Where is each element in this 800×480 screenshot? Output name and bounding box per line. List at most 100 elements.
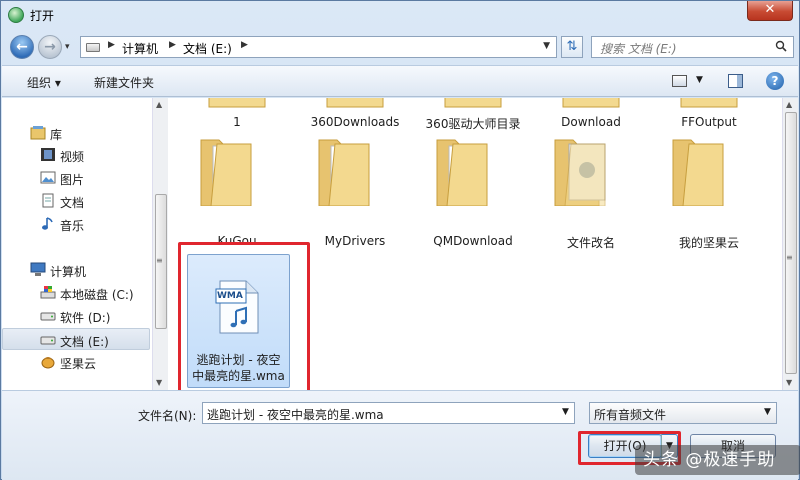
sidebar-item-label: 图片 (60, 173, 85, 187)
music-icon (42, 217, 53, 230)
breadcrumb-drive-e[interactable]: 文档 (E:) (183, 40, 232, 57)
back-button[interactable]: ← (10, 35, 34, 59)
sidebar-item-drive-c[interactable]: 本地磁盘 (C:) (2, 282, 150, 304)
sidebar-item-library[interactable]: 库 (2, 122, 150, 144)
sidebar-item-documents[interactable]: 文档 (2, 190, 150, 212)
folder-icon (680, 98, 738, 108)
navigation-scrollbar[interactable]: ▲ ≡ ▼ (152, 98, 168, 390)
folder-icon (436, 139, 488, 206)
sidebar-item-label: 文档 (E:) (60, 335, 109, 349)
grip-icon: ≡ (156, 256, 163, 265)
video-icon (41, 148, 55, 161)
search-input[interactable]: 搜索 文档 (E:) (591, 36, 794, 58)
drive-icon (40, 312, 56, 321)
scroll-down-arrow[interactable]: ▼ (786, 378, 792, 387)
file-name: QMDownload (433, 234, 513, 248)
new-folder-button[interactable]: 新建文件夹 (94, 74, 154, 91)
chevron-right-icon[interactable]: ▶ (241, 40, 248, 50)
grip-icon: ≡ (786, 253, 793, 262)
file-name: 文件改名 (566, 236, 615, 250)
file-list: 1 360Downloads 360驱动大师目录 Download FFOutp… (169, 98, 782, 390)
filename-label: 文件名(N): (138, 409, 197, 423)
list-item[interactable]: MyDrivers (299, 134, 411, 248)
sidebar-item-label: 文档 (60, 196, 85, 210)
scroll-thumb[interactable] (785, 112, 797, 374)
command-bar: 组织 ▾ 新建文件夹 ▼ ? (2, 65, 798, 97)
file-name: 我的坚果云 (678, 236, 739, 250)
folder-icon (444, 98, 502, 108)
watermark: 头条 @极速手助 (635, 445, 800, 475)
open-file-dialog: 打开 ✕ ← → ▾ ▶ 计算机 ▶ 文档 (E:) ▶ ▼ ⇅ 搜索 文档 (… (0, 0, 800, 480)
scroll-up-arrow[interactable]: ▲ (156, 100, 162, 109)
title-bar: 打开 ✕ (1, 1, 799, 29)
list-item[interactable]: QMDownload (417, 134, 529, 248)
navigation-pane: 库 视频 图片 文档 音乐 计算机 本地磁盘 (C:) 软件 (D:) 文档 (… (2, 98, 152, 390)
sidebar-item-music[interactable]: 音乐 (2, 213, 150, 235)
chevron-down-icon[interactable]: ▼ (764, 407, 771, 417)
sidebar-item-pictures[interactable]: 图片 (2, 167, 150, 189)
chevron-right-icon[interactable]: ▶ (108, 40, 115, 50)
sidebar-item-label: 计算机 (50, 265, 87, 279)
sidebar-item-video[interactable]: 视频 (2, 144, 150, 166)
system-drive-icon (40, 286, 56, 299)
sidebar-item-label: 音乐 (60, 219, 85, 233)
file-name: Download (561, 115, 621, 129)
folder-icon (672, 139, 724, 206)
drive-icon (40, 336, 56, 345)
sidebar-item-drive-d[interactable]: 软件 (D:) (2, 305, 150, 327)
address-bar[interactable]: ▶ 计算机 ▶ 文档 (E:) ▶ ▼ (80, 36, 557, 58)
folder-icon (562, 98, 620, 108)
folder-icon (326, 98, 384, 108)
window-title: 打开 (30, 9, 55, 23)
highlight-box (178, 242, 310, 390)
help-icon[interactable]: ? (766, 72, 784, 90)
sidebar-item-label: 视频 (60, 150, 85, 164)
folder-icon (318, 139, 370, 206)
folder-icon (208, 98, 266, 108)
picture-icon (40, 171, 56, 184)
drive-icon (86, 43, 100, 52)
organize-button[interactable]: 组织 ▾ (27, 74, 61, 91)
address-row: ← → ▾ ▶ 计算机 ▶ 文档 (E:) ▶ ▼ ⇅ 搜索 文档 (E:) (1, 29, 799, 63)
view-icon[interactable] (672, 75, 687, 87)
scroll-down-arrow[interactable]: ▼ (156, 378, 162, 387)
preview-pane-icon[interactable] (728, 74, 743, 88)
library-icon (30, 126, 46, 140)
forward-button[interactable]: → (38, 35, 62, 59)
list-item[interactable]: 文件改名 (535, 134, 647, 250)
content-area: 库 视频 图片 文档 音乐 计算机 本地磁盘 (C:) 软件 (D:) 文档 (… (2, 98, 798, 390)
file-list-scrollbar[interactable]: ▲ ≡ ▼ (782, 98, 798, 390)
nutstore-icon (41, 357, 55, 369)
close-button[interactable]: ✕ (747, 1, 793, 21)
scroll-up-arrow[interactable]: ▲ (786, 100, 792, 109)
app-icon (8, 7, 24, 23)
search-placeholder: 搜索 文档 (E:) (600, 42, 677, 56)
file-name: 360驱动大师目录 (425, 117, 521, 131)
chevron-down-icon[interactable]: ▼ (696, 75, 703, 85)
recent-locations-dropdown[interactable]: ▾ (65, 42, 70, 52)
file-name: MyDrivers (324, 234, 386, 248)
file-name: FFOutput (681, 115, 737, 129)
sidebar-item-nutstore[interactable]: 坚果云 (2, 351, 150, 373)
filename-input[interactable]: 逃跑计划 - 夜空中最亮的星.wma (202, 402, 575, 424)
list-item[interactable]: 我的坚果云 (653, 134, 765, 250)
breadcrumb-computer[interactable]: 计算机 (122, 40, 158, 57)
sidebar-item-label: 软件 (D:) (60, 311, 111, 325)
file-type-select[interactable]: 所有音频文件 (589, 402, 777, 424)
chevron-down-icon[interactable]: ▼ (543, 41, 550, 51)
sidebar-item-drive-e[interactable]: 文档 (E:) (2, 328, 150, 350)
folder-icon (554, 139, 606, 206)
document-icon (42, 193, 54, 208)
chevron-right-icon[interactable]: ▶ (169, 40, 176, 50)
file-name: 1 (233, 115, 241, 129)
computer-icon (30, 262, 46, 276)
sidebar-item-computer[interactable]: 计算机 (2, 259, 150, 281)
list-item[interactable]: KuGou (181, 134, 293, 248)
sidebar-item-label: 库 (50, 128, 63, 142)
refresh-button[interactable]: ⇅ (561, 36, 583, 58)
sidebar-item-label: 本地磁盘 (C:) (60, 288, 134, 302)
chevron-down-icon[interactable]: ▼ (562, 407, 569, 417)
search-icon[interactable] (775, 40, 787, 52)
file-name: 360Downloads (310, 115, 400, 129)
folder-icon (200, 139, 252, 206)
